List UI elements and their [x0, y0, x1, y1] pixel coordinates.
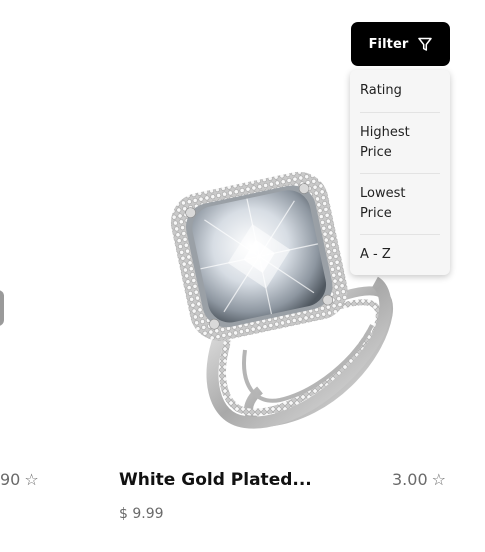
product-image-partial[interactable] [0, 290, 4, 326]
filter-option-lowest-price[interactable]: Lowest Price [360, 174, 440, 235]
rating-value: 3.00 [392, 470, 428, 489]
rating-value: 90 [0, 470, 21, 489]
filter-option-rating[interactable]: Rating [360, 70, 440, 113]
filter-button[interactable]: Filter [351, 22, 450, 66]
product-name[interactable]: White Gold Plated... [119, 470, 312, 490]
filter-dropdown-menu: Rating Highest Price Lowest Price A - Z [350, 70, 450, 275]
filter-funnel-icon [418, 37, 433, 52]
product-price: $ 9.99 [119, 506, 164, 522]
filter-option-highest-price[interactable]: Highest Price [360, 113, 440, 174]
star-icon: ☆ [431, 470, 446, 489]
product-rating: 3.00 ☆ [392, 470, 446, 489]
filter-button-label: Filter [368, 36, 409, 52]
star-icon: ☆ [24, 470, 39, 489]
product-rating-partial: 90 ☆ [0, 470, 39, 489]
filter-option-a-z[interactable]: A - Z [360, 235, 440, 275]
product-listing-page: 90 ☆ White Gold Plated... 3.00 ☆ $ 9.99 … [0, 0, 485, 552]
